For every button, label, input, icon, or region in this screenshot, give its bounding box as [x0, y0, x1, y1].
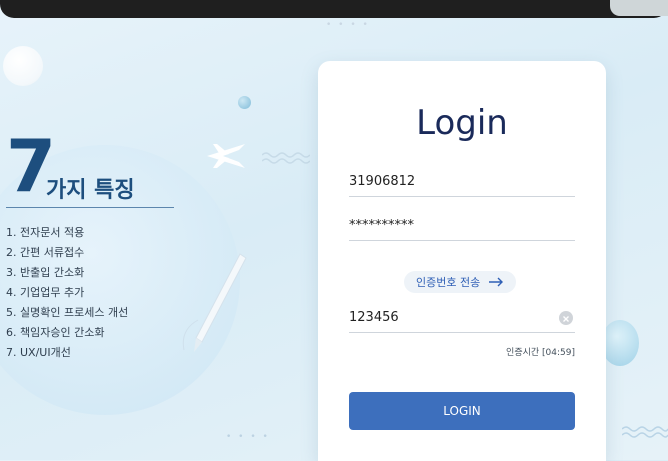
decorative-ball	[3, 46, 43, 86]
wave-icon	[262, 152, 310, 164]
decorative-small-ball	[238, 96, 251, 109]
auth-code-input[interactable]	[349, 303, 575, 333]
decorative-dots-bottom: • • • •	[226, 432, 270, 442]
feature-item: 4. 기업업무 추가	[6, 286, 85, 299]
feature-item: 3. 반출입 간소화	[6, 266, 85, 279]
login-button[interactable]: LOGIN	[349, 392, 575, 430]
title-underline	[6, 207, 174, 208]
login-card: Login 인증번호 전송 인증시간 [04:59] LOGIN	[318, 61, 606, 461]
feature-item: 2. 간편 서류접수	[6, 246, 85, 259]
feature-item: 1. 전자문서 적용	[6, 226, 85, 239]
login-title: Login	[416, 103, 508, 143]
send-auth-code-label: 인증번호 전송	[416, 276, 481, 289]
user-id-input[interactable]	[349, 167, 575, 197]
feature-list: 1. 전자문서 적용 2. 간편 서류접수 3. 반출입 간소화 4. 기업업무…	[6, 223, 128, 363]
feature-title: 가지 특징	[46, 178, 135, 203]
feature-item: 5. 실명확인 프로세스 개선	[6, 306, 129, 319]
decorative-right-ball	[601, 320, 639, 366]
airplane-icon	[207, 144, 245, 168]
auth-timer: 인증시간 [04:59]	[506, 348, 575, 358]
password-input[interactable]	[349, 211, 575, 241]
send-auth-code-button[interactable]: 인증번호 전송	[404, 271, 517, 293]
wave-icon-right	[622, 426, 668, 438]
feature-item: 6. 책임자승인 간소화	[6, 326, 105, 339]
device-bezel	[0, 0, 668, 18]
device-corner	[610, 0, 668, 16]
arrow-right-icon	[489, 277, 504, 287]
decorative-dots: • • • •	[326, 20, 370, 30]
feature-item: 7. UX/UI개선	[6, 346, 71, 359]
stylus-pen-icon	[182, 253, 247, 352]
clear-icon[interactable]	[559, 311, 573, 325]
close-icon	[563, 316, 569, 322]
